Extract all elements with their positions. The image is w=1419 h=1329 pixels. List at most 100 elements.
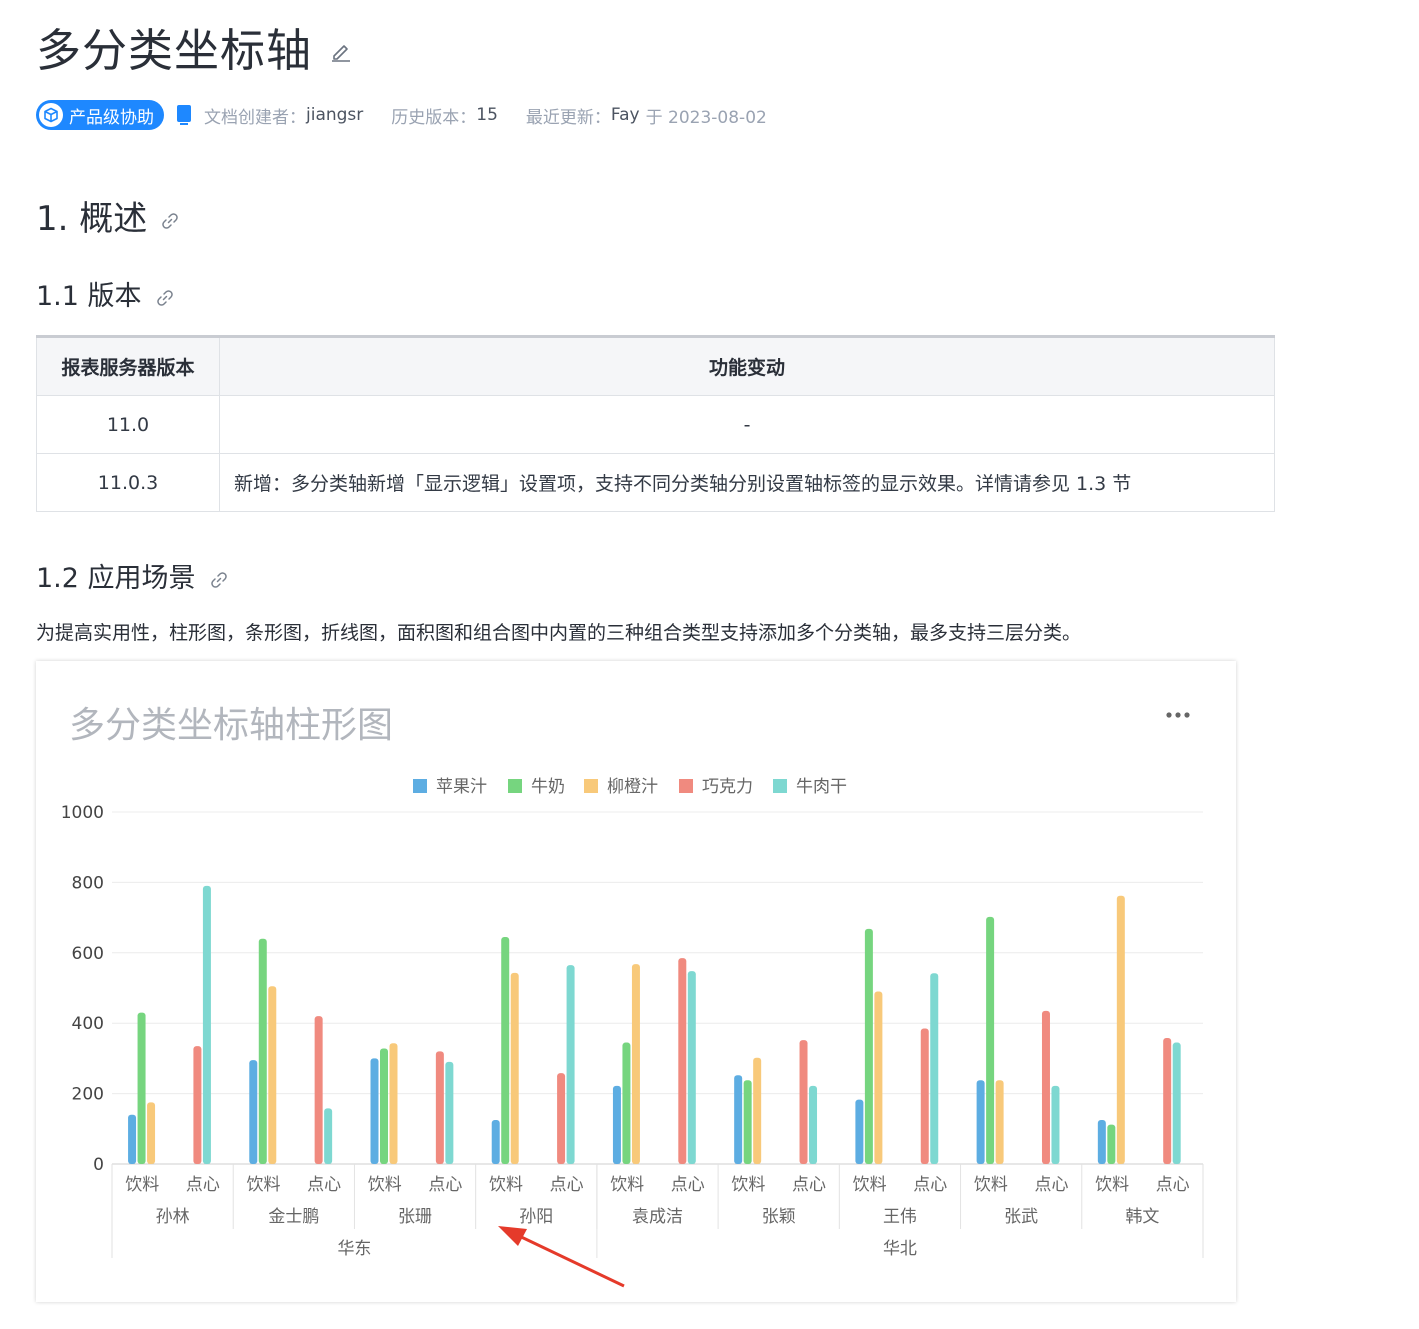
bar: [930, 973, 939, 1164]
x-tick-label: 点心: [1156, 1175, 1190, 1195]
bar: [1041, 1010, 1050, 1164]
bar: [631, 964, 640, 1164]
link-icon[interactable]: [156, 289, 174, 307]
bar: [1097, 1120, 1106, 1164]
legend-label: 苹果汁: [436, 777, 487, 797]
bar: [435, 1051, 444, 1164]
bar: [864, 928, 873, 1164]
legend-swatch: [508, 779, 522, 793]
bar: [370, 1058, 379, 1164]
x-category-label: 韩文: [1125, 1207, 1159, 1227]
edit-icon[interactable]: [330, 40, 352, 62]
bar: [809, 1085, 818, 1164]
bar: [920, 1028, 929, 1164]
x-category-label: 张珊: [398, 1207, 432, 1227]
bar: [799, 1040, 808, 1164]
bar: [1107, 1124, 1116, 1164]
link-icon[interactable]: [161, 212, 179, 230]
table-cell: 11.0: [36, 395, 220, 454]
bar: [734, 1075, 743, 1164]
y-tick-label: 0: [93, 1155, 104, 1175]
more-icon[interactable]: [1166, 712, 1190, 718]
bar: [491, 1120, 500, 1164]
bar: [976, 1080, 985, 1164]
creator-name: jiangsr: [306, 105, 364, 125]
bar: [995, 1080, 1004, 1164]
bar: [445, 1061, 454, 1164]
bar: [314, 1016, 323, 1164]
bar: [855, 1099, 864, 1164]
legend-swatch: [679, 779, 693, 793]
chart-title: 多分类坐标轴柱形图: [69, 705, 393, 746]
bar: [678, 958, 687, 1164]
y-tick-label: 200: [72, 1085, 104, 1105]
bar: [557, 1073, 566, 1164]
bar: [128, 1114, 137, 1164]
legend-swatch: [773, 779, 787, 793]
bar: [193, 1046, 202, 1164]
bar: [324, 1108, 333, 1164]
x-region-label: 华北: [883, 1239, 917, 1259]
link-icon[interactable]: [210, 571, 228, 589]
bar: [258, 938, 267, 1164]
badge-label: 产品级协助: [69, 107, 154, 128]
bar: [268, 986, 277, 1164]
table-cell: -: [219, 395, 1275, 454]
product-assist-badge[interactable]: 产品级协助: [36, 100, 164, 130]
version-table: 报表服务器版本 功能变动 11.0 - 11.0.3 新增：多分类轴新增「显示逻…: [36, 335, 1275, 512]
bar: [743, 1080, 752, 1164]
x-tick-label: 点心: [671, 1175, 705, 1195]
x-tick-label: 饮料: [610, 1175, 644, 1195]
table-header-cell: 功能变动: [219, 336, 1275, 396]
updated-by: Fay: [610, 105, 640, 125]
bar: [137, 1012, 146, 1164]
y-tick-label: 800: [72, 873, 104, 893]
x-tick-label: 饮料: [125, 1175, 159, 1195]
x-tick-label: 点心: [792, 1175, 826, 1195]
history-count[interactable]: 15: [476, 105, 498, 125]
bar: [687, 971, 696, 1164]
x-tick-label: 饮料: [974, 1175, 1008, 1195]
x-category-label: 孙阳: [519, 1207, 553, 1227]
bar: [389, 1043, 398, 1164]
bar: [566, 965, 575, 1164]
bar: [1051, 1085, 1060, 1164]
updated-date: 于 2023-08-02: [645, 107, 767, 128]
x-tick-label: 饮料: [247, 1175, 281, 1195]
x-category-label: 张颖: [762, 1207, 796, 1227]
table-header-row: 报表服务器版本 功能变动: [36, 336, 1275, 396]
section-heading-overview: 1. 概述: [36, 191, 179, 240]
table-cell: 新增：多分类轴新增「显示逻辑」设置项，支持不同分类轴分别设置轴标签的显示效果。详…: [219, 453, 1275, 512]
bar: [612, 1085, 621, 1164]
legend-label: 牛奶: [531, 777, 565, 797]
x-category-label: 张武: [1004, 1207, 1038, 1227]
legend-label: 牛肉干: [796, 777, 847, 797]
section-heading-text: 1.2 应用场景: [36, 563, 196, 594]
x-category-label: 袁成洁: [632, 1207, 683, 1227]
table-cell: 11.0.3: [36, 453, 220, 512]
y-tick-label: 1000: [61, 803, 104, 823]
x-category-label: 金士鹏: [268, 1207, 319, 1227]
bar: [380, 1048, 388, 1164]
bar: [622, 1042, 631, 1164]
bar: [202, 885, 211, 1164]
x-tick-label: 点心: [550, 1175, 584, 1195]
document-icon: [177, 105, 191, 125]
section-heading-scenario: 1.2 应用场景: [36, 556, 228, 595]
bar: [249, 1060, 258, 1164]
bar: [1163, 1037, 1172, 1164]
table-row: 11.0.3 新增：多分类轴新增「显示逻辑」设置项，支持不同分类轴分别设置轴标签…: [36, 453, 1275, 512]
cube-icon: [39, 103, 63, 127]
x-tick-label: 饮料: [731, 1175, 765, 1195]
x-category-label: 孙林: [156, 1207, 190, 1227]
scenario-paragraph: 为提高实用性，柱形图，条形图，折线图，面积图和组合图中内置的三种组合类型支持添加…: [36, 622, 1082, 644]
chart-image: 多分类坐标轴柱形图 苹果汁 牛奶 柳橙汁 巧克力 牛肉干 0 200 400 600 800 1000…: [36, 661, 1236, 1302]
creator-label: 文档创建者：: [204, 107, 306, 128]
x-tick-label: 点心: [307, 1175, 341, 1195]
bar: [510, 972, 519, 1164]
bar: [753, 1057, 762, 1164]
bar: [501, 936, 510, 1164]
section-heading-text: 1. 概述: [36, 199, 148, 239]
x-tick-label: 饮料: [489, 1175, 523, 1195]
legend-swatch: [584, 779, 598, 793]
